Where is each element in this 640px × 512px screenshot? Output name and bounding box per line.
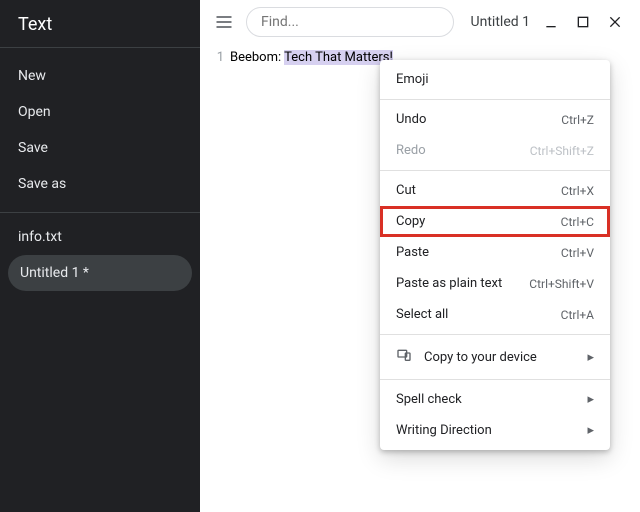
ctx-label: Paste	[396, 245, 429, 260]
toolbar: Untitled 1	[200, 0, 640, 44]
divider	[380, 99, 610, 100]
context-menu: Emoji Undo Ctrl+Z Redo Ctrl+Shift+Z Cut …	[380, 60, 610, 450]
code-prefix: Beebom:	[230, 50, 284, 65]
close-icon[interactable]	[606, 13, 624, 31]
ctx-writing-direction[interactable]: Writing Direction ▸	[380, 415, 610, 446]
ctx-emoji[interactable]: Emoji	[380, 64, 610, 95]
ctx-copy[interactable]: Copy Ctrl+C	[380, 206, 610, 237]
ctx-label: Emoji	[396, 72, 428, 87]
chevron-right-icon: ▸	[587, 350, 594, 365]
maximize-icon[interactable]	[574, 13, 592, 31]
minimize-icon[interactable]	[542, 13, 560, 31]
ctx-redo: Redo Ctrl+Shift+Z	[380, 135, 610, 166]
ctx-shortcut: Ctrl+Shift+V	[529, 277, 594, 291]
divider	[380, 334, 610, 335]
sidebar: Text New Open Save Save as info.txt Unti…	[0, 0, 200, 512]
devices-icon	[396, 347, 412, 367]
ctx-shortcut: Ctrl+A	[561, 308, 594, 322]
line-number: 1	[200, 48, 230, 512]
ctx-cut[interactable]: Cut Ctrl+X	[380, 175, 610, 206]
divider	[380, 379, 610, 380]
sidebar-item-open[interactable]: Open	[0, 94, 200, 130]
ctx-label: Spell check	[396, 392, 462, 407]
sidebar-actions: New Open Save Save as	[0, 48, 200, 212]
ctx-label: Copy	[396, 214, 425, 229]
file-item-active[interactable]: Untitled 1 *	[8, 255, 192, 291]
ctx-label: Copy to your device	[424, 350, 537, 365]
file-item[interactable]: info.txt	[0, 219, 200, 255]
ctx-paste-plain[interactable]: Paste as plain text Ctrl+Shift+V	[380, 268, 610, 299]
divider	[380, 170, 610, 171]
app-title: Text	[0, 0, 200, 47]
code-selection: Tech That Matters!	[284, 50, 393, 65]
ctx-shortcut: Ctrl+C	[561, 215, 594, 229]
sidebar-item-save-as[interactable]: Save as	[0, 166, 200, 202]
sidebar-item-save[interactable]: Save	[0, 130, 200, 166]
sidebar-item-new[interactable]: New	[0, 58, 200, 94]
ctx-label: Undo	[396, 112, 426, 127]
hamburger-icon[interactable]	[210, 8, 238, 36]
ctx-shortcut: Ctrl+X	[561, 184, 594, 198]
ctx-paste[interactable]: Paste Ctrl+V	[380, 237, 610, 268]
ctx-label: Cut	[396, 183, 416, 198]
chevron-right-icon: ▸	[587, 423, 594, 438]
ctx-label: Writing Direction	[396, 423, 492, 438]
find-input[interactable]	[246, 7, 454, 37]
ctx-label: Paste as plain text	[396, 276, 502, 291]
tab-title: Untitled 1	[471, 14, 534, 30]
ctx-label: Select all	[396, 307, 448, 322]
ctx-spell-check[interactable]: Spell check ▸	[380, 384, 610, 415]
sidebar-files: info.txt Untitled 1 *	[0, 213, 200, 311]
ctx-undo[interactable]: Undo Ctrl+Z	[380, 104, 610, 135]
ctx-select-all[interactable]: Select all Ctrl+A	[380, 299, 610, 330]
ctx-label: Redo	[396, 143, 426, 158]
ctx-shortcut: Ctrl+Shift+Z	[530, 144, 594, 158]
ctx-shortcut: Ctrl+Z	[561, 113, 594, 127]
ctx-copy-device[interactable]: Copy to your device ▸	[380, 339, 610, 375]
ctx-shortcut: Ctrl+V	[561, 246, 594, 260]
main-area: Untitled 1 1 Beebom: Tech That Matters! …	[200, 0, 640, 512]
window-controls	[542, 13, 630, 31]
chevron-right-icon: ▸	[587, 392, 594, 407]
